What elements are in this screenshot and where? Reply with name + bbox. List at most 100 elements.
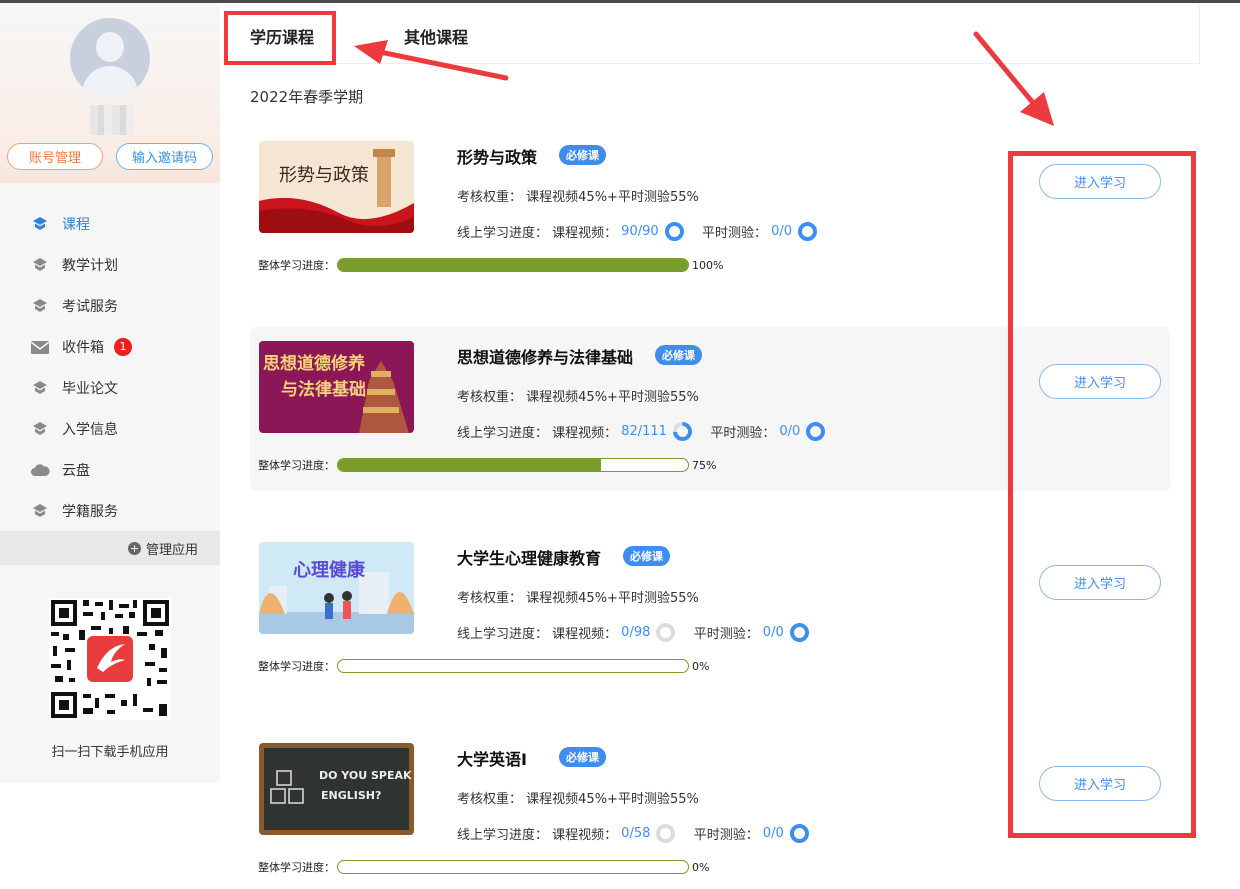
course-title[interactable]: 思想道德修养与法律基础 bbox=[457, 344, 633, 368]
quiz-progress-ring bbox=[806, 422, 826, 441]
course-icon bbox=[30, 214, 50, 234]
overall-progress-label: 整体学习进度： bbox=[258, 861, 335, 874]
graduation-cap-icon bbox=[30, 378, 50, 398]
avatar-head bbox=[96, 32, 124, 62]
thumb-text: 思想道德修养 bbox=[263, 353, 366, 374]
online-progress: 线上学习进度： 课程视频： 90/90 平时测验： 0/0 bbox=[457, 222, 823, 241]
thumb-text: 与法律基础 bbox=[281, 379, 366, 400]
quiz-progress-value: 0/0 bbox=[762, 625, 784, 640]
quiz-label: 平时测验： bbox=[710, 426, 776, 441]
overall-progress-percent: 100% bbox=[692, 258, 724, 272]
online-progress-label: 线上学习进度： bbox=[457, 828, 549, 843]
overall-progress-bar bbox=[337, 659, 689, 673]
username-blurred bbox=[90, 105, 134, 135]
quiz-label: 平时测验： bbox=[702, 226, 768, 241]
sidebar-item-enrollment-info[interactable]: 入学信息 bbox=[0, 408, 220, 449]
term-label: 2022年春季学期 bbox=[250, 88, 364, 106]
avatar[interactable] bbox=[70, 18, 150, 98]
quiz-progress-ring bbox=[789, 623, 809, 642]
sidebar-item-inbox[interactable]: 收件箱 1 bbox=[0, 326, 220, 367]
video-progress-value: 0/98 bbox=[621, 625, 651, 640]
course-thumbnail[interactable]: DO YOU SPEAK ENGLISH? bbox=[259, 743, 414, 835]
overall-progress: 整体学习进度： 100% bbox=[258, 257, 723, 273]
sidebar-item-cloud-drive[interactable]: 云盘 bbox=[0, 449, 220, 490]
graduation-cap-icon bbox=[30, 501, 50, 521]
profile-panel: 账号管理 输入邀请码 bbox=[0, 3, 220, 183]
overall-progress-label: 整体学习进度： bbox=[258, 459, 335, 472]
thumb-text: DO YOU SPEAK bbox=[319, 769, 412, 782]
graduation-cap-icon bbox=[30, 296, 50, 316]
course-thumbnail[interactable]: 思想道德修养 与法律基础 bbox=[259, 341, 414, 433]
assessment-weight: 考核权重： 课程视频45%+平时测验55% bbox=[457, 587, 699, 606]
sidebar-item-thesis[interactable]: 毕业论文 bbox=[0, 367, 220, 408]
course-title[interactable]: 大学生心理健康教育 bbox=[457, 545, 601, 569]
overall-progress-label: 整体学习进度： bbox=[258, 660, 335, 673]
video-progress-ring bbox=[664, 222, 684, 241]
thumb-text: 形势与政策 bbox=[279, 165, 369, 186]
overall-progress: 整体学习进度： 0% bbox=[258, 859, 709, 875]
video-label: 课程视频： bbox=[552, 226, 618, 241]
sidebar-item-student-status[interactable]: 学籍服务 bbox=[0, 490, 220, 531]
weight-label: 考核权重： bbox=[457, 591, 523, 606]
graduation-cap-icon bbox=[30, 255, 50, 275]
video-progress-value: 90/90 bbox=[621, 224, 659, 239]
sidebar-item-exam-service[interactable]: 考试服务 bbox=[0, 285, 220, 326]
course-thumbnail[interactable]: 心理健康 bbox=[259, 542, 414, 634]
sidebar-item-label: 入学信息 bbox=[62, 421, 118, 438]
assessment-weight: 考核权重： 课程视频45%+平时测验55% bbox=[457, 186, 699, 205]
quiz-label: 平时测验： bbox=[693, 828, 759, 843]
annotation-arrow-left bbox=[354, 40, 509, 81]
video-progress-value: 0/58 bbox=[621, 826, 651, 841]
video-progress-ring bbox=[656, 824, 676, 843]
quiz-progress-ring bbox=[789, 824, 809, 843]
plus-circle-icon: + bbox=[127, 541, 141, 555]
overall-progress-fill bbox=[338, 259, 688, 271]
account-management-button[interactable]: 账号管理 bbox=[7, 143, 103, 170]
cloud-icon bbox=[30, 460, 50, 480]
overall-progress: 整体学习进度： 0% bbox=[258, 658, 709, 674]
sidebar-item-label: 收件箱 bbox=[62, 339, 104, 356]
weight-label: 考核权重： bbox=[457, 390, 523, 405]
online-progress: 线上学习进度： 课程视频： 0/58 平时测验： 0/0 bbox=[457, 824, 815, 843]
sidebar-item-course[interactable]: 课程 bbox=[0, 203, 220, 244]
required-badge: 必修课 bbox=[655, 345, 702, 365]
sidebar-item-label: 学籍服务 bbox=[62, 503, 118, 520]
app-download-qr-code bbox=[49, 598, 171, 720]
inbox-unread-badge: 1 bbox=[114, 337, 132, 356]
sidebar-item-label: 毕业论文 bbox=[62, 380, 118, 397]
weight-value: 课程视频45%+平时测验55% bbox=[526, 190, 699, 205]
video-progress-ring bbox=[672, 422, 692, 441]
video-progress-ring bbox=[656, 623, 676, 642]
quiz-progress-value: 0/0 bbox=[779, 424, 801, 439]
overall-progress-percent: 0% bbox=[692, 860, 710, 874]
assessment-weight: 考核权重： 课程视频45%+平时测验55% bbox=[457, 386, 699, 405]
enter-invite-code-button[interactable]: 输入邀请码 bbox=[116, 143, 213, 170]
thumb-text: ENGLISH? bbox=[321, 789, 381, 802]
required-badge: 必修课 bbox=[559, 145, 606, 165]
manage-apps-button[interactable]: + 管理应用 bbox=[0, 531, 220, 565]
sidebar: 账号管理 输入邀请码 课程 教学计划 考试服务 收件箱 1 毕业论文 入学信息 … bbox=[0, 3, 220, 783]
overall-progress-fill bbox=[338, 459, 601, 471]
overall-progress-percent: 75% bbox=[692, 458, 717, 472]
annotation-highlight-tab bbox=[224, 11, 336, 65]
sidebar-item-label: 教学计划 bbox=[62, 257, 118, 274]
manage-apps-label: 管理应用 bbox=[145, 542, 198, 558]
weight-value: 课程视频45%+平时测验55% bbox=[526, 792, 699, 807]
online-progress-label: 线上学习进度： bbox=[457, 426, 549, 441]
online-progress-label: 线上学习进度： bbox=[457, 627, 549, 642]
quiz-progress-value: 0/0 bbox=[762, 826, 784, 841]
course-thumbnail[interactable]: 形势与政策 bbox=[259, 141, 414, 233]
course-title[interactable]: 形势与政策 bbox=[457, 144, 537, 168]
graduation-cap-icon bbox=[30, 419, 50, 439]
course-title[interactable]: 大学英语Ⅰ bbox=[457, 746, 527, 770]
online-progress: 线上学习进度： 课程视频： 82/111 平时测验： 0/0 bbox=[457, 422, 831, 441]
weight-label: 考核权重： bbox=[457, 190, 523, 205]
online-progress: 线上学习进度： 课程视频： 0/98 平时测验： 0/0 bbox=[457, 623, 815, 642]
overall-progress-percent: 0% bbox=[692, 659, 710, 673]
video-progress-value: 82/111 bbox=[621, 424, 667, 439]
online-progress-label: 线上学习进度： bbox=[457, 226, 549, 241]
sidebar-item-label: 课程 bbox=[62, 216, 90, 233]
video-label: 课程视频： bbox=[552, 426, 618, 441]
quiz-progress-value: 0/0 bbox=[771, 224, 792, 239]
sidebar-item-teaching-plan[interactable]: 教学计划 bbox=[0, 244, 220, 285]
